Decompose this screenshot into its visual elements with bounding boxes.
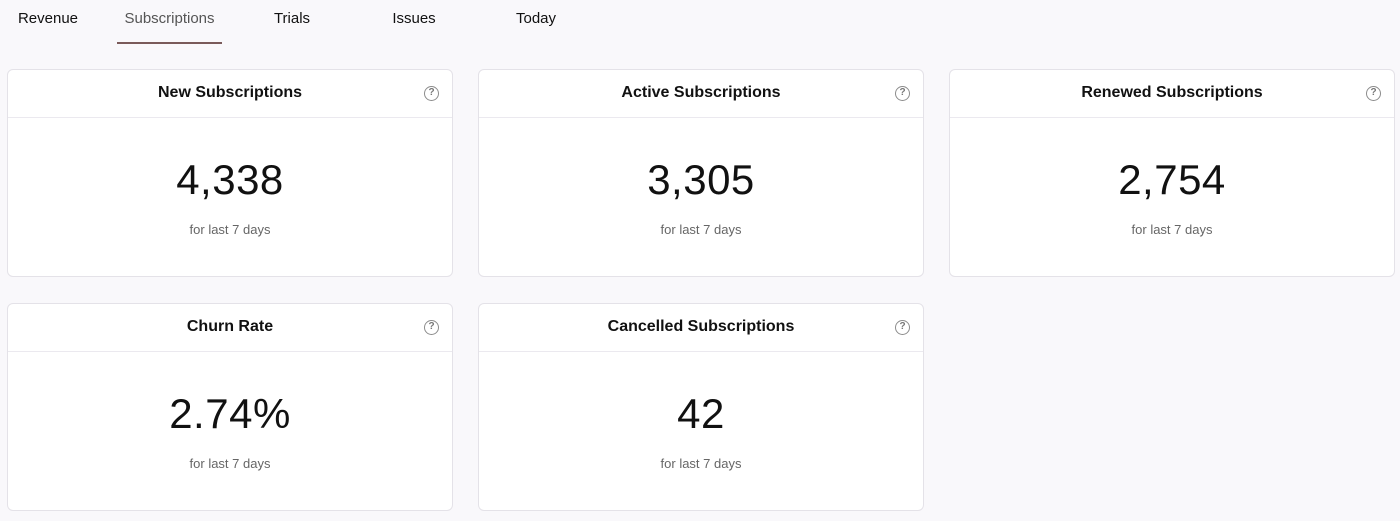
question-circle-icon[interactable]: ? <box>895 86 910 101</box>
tab-revenue[interactable]: Revenue <box>10 0 86 44</box>
card-header: New Subscriptions ? <box>8 70 452 118</box>
tab-subscriptions[interactable]: Subscriptions <box>117 0 222 44</box>
question-circle-icon[interactable]: ? <box>895 320 910 335</box>
metric-period: for last 7 days <box>189 456 271 471</box>
card-header: Cancelled Subscriptions ? <box>479 304 923 352</box>
metric-value: 4,338 <box>176 156 284 203</box>
metric-period: for last 7 days <box>189 222 271 237</box>
card-title: New Subscriptions <box>157 84 303 101</box>
card-churn-rate: Churn Rate ? 2.74% for last 7 days <box>7 303 453 511</box>
metric-value: 3,305 <box>647 156 755 203</box>
tab-today[interactable]: Today <box>505 0 567 44</box>
tab-issues[interactable]: Issues <box>382 0 446 44</box>
card-header: Churn Rate ? <box>8 304 452 352</box>
card-header: Active Subscriptions ? <box>479 70 923 118</box>
tab-bar: Revenue Subscriptions Trials Issues Toda… <box>0 0 1400 46</box>
card-title: Cancelled Subscriptions <box>607 318 795 335</box>
card-renewed-subscriptions: Renewed Subscriptions ? 2,754 for last 7… <box>949 69 1395 277</box>
card-header: Renewed Subscriptions ? <box>950 70 1394 118</box>
card-title: Active Subscriptions <box>621 84 781 101</box>
metric-period: for last 7 days <box>1131 222 1213 237</box>
card-title: Renewed Subscriptions <box>1081 84 1263 101</box>
question-circle-icon[interactable]: ? <box>1366 86 1381 101</box>
metric-period: for last 7 days <box>660 222 742 237</box>
card-cancelled-subscriptions: Cancelled Subscriptions ? 42 for last 7 … <box>478 303 924 511</box>
metric-value: 42 <box>677 390 725 437</box>
metric-value: 2,754 <box>1118 156 1226 203</box>
question-circle-icon[interactable]: ? <box>424 86 439 101</box>
card-active-subscriptions: Active Subscriptions ? 3,305 for last 7 … <box>478 69 924 277</box>
tab-trials[interactable]: Trials <box>262 0 322 44</box>
question-circle-icon[interactable]: ? <box>424 320 439 335</box>
card-title: Churn Rate <box>186 318 274 335</box>
metric-value: 2.74% <box>169 390 291 437</box>
metric-period: for last 7 days <box>660 456 742 471</box>
card-new-subscriptions: New Subscriptions ? 4,338 for last 7 day… <box>7 69 453 277</box>
